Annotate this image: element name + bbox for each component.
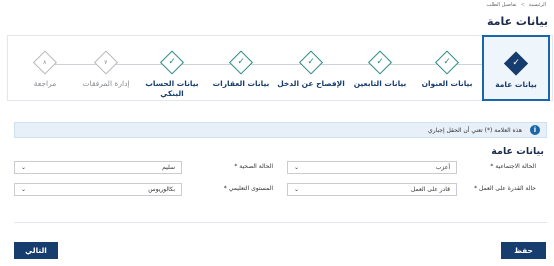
step-label: بيانات العقارات — [212, 79, 270, 88]
step-label: إدارة المرفقات — [82, 79, 130, 88]
page-title: بيانات عامة — [486, 15, 548, 28]
step-check-icon: ✓ — [159, 50, 185, 75]
marital-status-select[interactable]: أعزب ⌄ — [287, 161, 457, 174]
breadcrumb: الرئيسية > تفاصيل الطلب — [486, 2, 546, 8]
step-check-icon: ✓ — [367, 50, 393, 75]
select-value: بكالوريوس — [148, 186, 175, 193]
step-check-icon: ✓ — [298, 50, 324, 75]
chevron-down-icon: ⌄ — [294, 164, 300, 171]
step-label: بيانات العنوان — [421, 79, 473, 88]
step-label: مراجعة — [33, 79, 57, 88]
work-ability-select[interactable]: قادر على العمل ⌄ — [287, 183, 457, 196]
info-notice: i هذه العلامة (*) تعني أن الحقل إجباري — [14, 122, 547, 138]
info-icon: i — [530, 125, 540, 135]
step-attachments[interactable]: ٧ إدارة المرفقات — [72, 36, 140, 102]
select-value: قادر على العمل — [410, 186, 450, 193]
divider — [14, 222, 547, 223]
step-address[interactable]: ✓ بيانات العنوان — [413, 36, 481, 102]
step-label: بيانات عامة — [495, 80, 537, 89]
select-value: سليم — [162, 164, 175, 171]
health-status-label: الحالة الصحية * — [234, 163, 273, 170]
step-check-icon: ✓ — [228, 50, 254, 75]
save-button[interactable]: حفظ — [501, 242, 546, 259]
step-label: الإفصاح عن الدخل — [277, 79, 345, 88]
step-review[interactable]: ٨ مراجعة — [11, 36, 79, 102]
step-check-icon: ✓ — [434, 50, 460, 75]
marital-status-label: الحالة الاجتماعية * — [490, 163, 536, 170]
step-number-icon: ٧ — [93, 50, 119, 75]
education-level-select[interactable]: بكالوريوس ⌄ — [14, 183, 182, 196]
health-status-select[interactable]: سليم ⌄ — [14, 161, 182, 174]
chevron-down-icon: ⌄ — [21, 186, 27, 193]
step-income-disclosure[interactable]: ✓ الإفصاح عن الدخل — [277, 36, 345, 102]
step-number-icon: ٨ — [32, 50, 58, 75]
chevron-down-icon: ⌄ — [294, 186, 300, 193]
next-button[interactable]: التالي — [14, 242, 58, 259]
work-ability-label: حالة القدرة على العمل * — [474, 185, 536, 192]
progress-stepper: ✓ بيانات عامة ✓ بيانات العنوان ✓ بيانات … — [7, 35, 553, 101]
info-text: هذه العلامة (*) تعني أن الحقل إجباري — [428, 126, 522, 134]
step-label: بيانات الحساب البنكي — [145, 79, 199, 98]
step-general-info[interactable]: ✓ بيانات عامة — [482, 35, 550, 101]
step-check-icon: ✓ — [503, 51, 529, 76]
section-title: بيانات عامة — [491, 146, 544, 157]
select-value: أعزب — [435, 164, 450, 171]
step-dependents[interactable]: ✓ بيانات التابعين — [346, 36, 414, 102]
education-level-label: المستوى التعليمي * — [223, 185, 273, 192]
step-label: بيانات التابعين — [353, 79, 407, 88]
breadcrumb-separator: > — [520, 2, 525, 8]
chevron-down-icon: ⌄ — [21, 164, 27, 171]
breadcrumb-home[interactable]: الرئيسية — [529, 2, 546, 8]
step-bank-account[interactable]: ✓ بيانات الحساب البنكي — [138, 36, 206, 102]
step-real-estate[interactable]: ✓ بيانات العقارات — [207, 36, 275, 102]
breadcrumb-current: تفاصيل الطلب — [486, 2, 517, 8]
